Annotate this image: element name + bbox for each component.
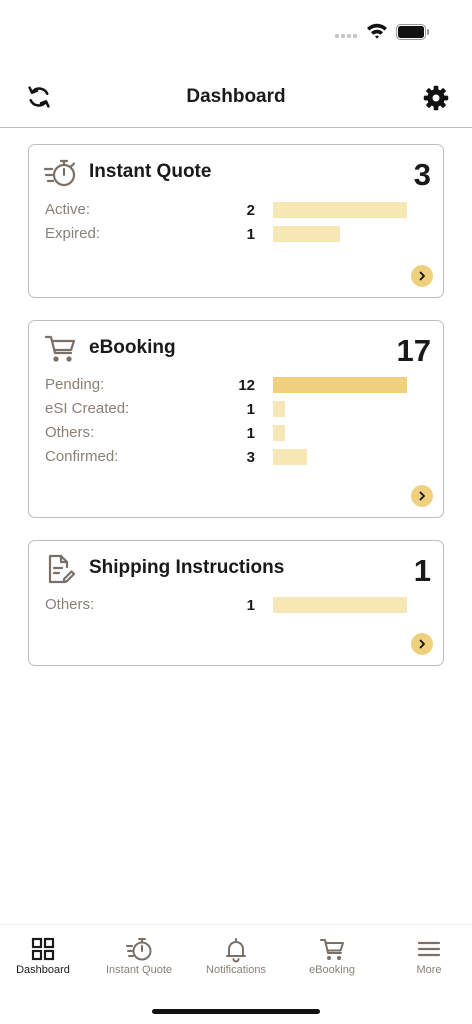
cellular-signal-icon xyxy=(335,34,357,38)
row-count: 1 xyxy=(246,226,255,243)
row-count: 12 xyxy=(238,377,255,394)
row-bar xyxy=(273,597,407,613)
row-bar xyxy=(273,226,340,242)
home-indicator[interactable] xyxy=(152,1009,320,1014)
row-count: 1 xyxy=(246,425,255,442)
tab-instant-quote[interactable]: Instant Quote xyxy=(91,925,187,985)
row-label: Pending: xyxy=(45,376,105,393)
row-bar xyxy=(273,202,407,218)
tab-label: eBooking xyxy=(309,964,355,976)
tab-notifications[interactable]: Notifications xyxy=(188,925,284,985)
card-total: 1 xyxy=(413,553,431,588)
row-label: Confirmed: xyxy=(45,448,119,465)
status-row-active: Active: 2 xyxy=(45,201,429,221)
stopwatch-icon xyxy=(43,157,79,189)
chevron-right-icon xyxy=(419,639,425,649)
row-count: 1 xyxy=(246,401,255,418)
cart-icon xyxy=(43,333,79,365)
stopwatch-icon xyxy=(126,938,152,961)
top-app-bar: Dashboard xyxy=(0,72,472,128)
row-bar xyxy=(273,425,285,441)
open-shipping-instructions-button[interactable] xyxy=(411,633,433,655)
status-row-esi-created: eSI Created: 1 xyxy=(45,400,429,420)
shipping-instructions-card[interactable]: Shipping Instructions 1 Others: 1 xyxy=(28,540,444,666)
instant-quote-card[interactable]: Instant Quote 3 Active: 2 Expired: 1 xyxy=(28,144,444,298)
status-row-others: Others: 1 xyxy=(45,596,429,616)
tab-ebooking[interactable]: eBooking xyxy=(284,925,380,985)
settings-button[interactable] xyxy=(422,84,450,112)
cart-icon xyxy=(320,939,344,960)
row-bar xyxy=(273,401,285,417)
tab-label: More xyxy=(416,964,442,976)
tab-label: Dashboard xyxy=(16,964,70,976)
gear-icon xyxy=(423,85,449,111)
menu-icon xyxy=(417,941,441,957)
chevron-right-icon xyxy=(419,491,425,501)
row-label: Expired: xyxy=(45,225,101,242)
status-row-pending: Pending: 12 xyxy=(45,376,429,396)
bell-icon xyxy=(226,938,246,963)
tab-dashboard[interactable]: Dashboard xyxy=(0,925,91,985)
status-row-others: Others: 1 xyxy=(45,424,429,444)
page-title: Dashboard xyxy=(186,86,286,107)
open-instant-quote-button[interactable] xyxy=(411,265,433,287)
status-row-confirmed: Confirmed: 3 xyxy=(45,448,429,468)
grid-icon xyxy=(31,937,55,961)
card-title: Instant Quote xyxy=(89,161,212,182)
row-count: 3 xyxy=(246,449,255,466)
battery-icon xyxy=(396,24,429,40)
ebooking-card[interactable]: eBooking 17 Pending: 12 eSI Created: 1 O… xyxy=(28,320,444,518)
row-count: 2 xyxy=(246,202,255,219)
tab-label: Instant Quote xyxy=(105,964,173,976)
wifi-icon xyxy=(367,23,387,39)
status-row-expired: Expired: 1 xyxy=(45,225,429,245)
document-edit-icon xyxy=(43,553,79,585)
card-total: 17 xyxy=(396,333,431,368)
row-label: Active: xyxy=(45,201,91,218)
chevron-right-icon xyxy=(419,271,425,281)
row-label: eSI Created: xyxy=(45,400,130,417)
card-title: eBooking xyxy=(89,337,176,358)
open-ebooking-button[interactable] xyxy=(411,485,433,507)
row-count: 1 xyxy=(246,597,255,614)
row-label: Others: xyxy=(45,596,95,613)
row-label: Others: xyxy=(45,424,95,441)
row-bar xyxy=(273,377,407,393)
card-total: 3 xyxy=(413,157,431,192)
card-title: Shipping Instructions xyxy=(89,557,285,578)
row-bar xyxy=(273,449,307,465)
status-bar xyxy=(0,0,472,60)
tab-label: Notifications xyxy=(206,964,266,976)
tab-more[interactable]: More xyxy=(381,925,472,985)
